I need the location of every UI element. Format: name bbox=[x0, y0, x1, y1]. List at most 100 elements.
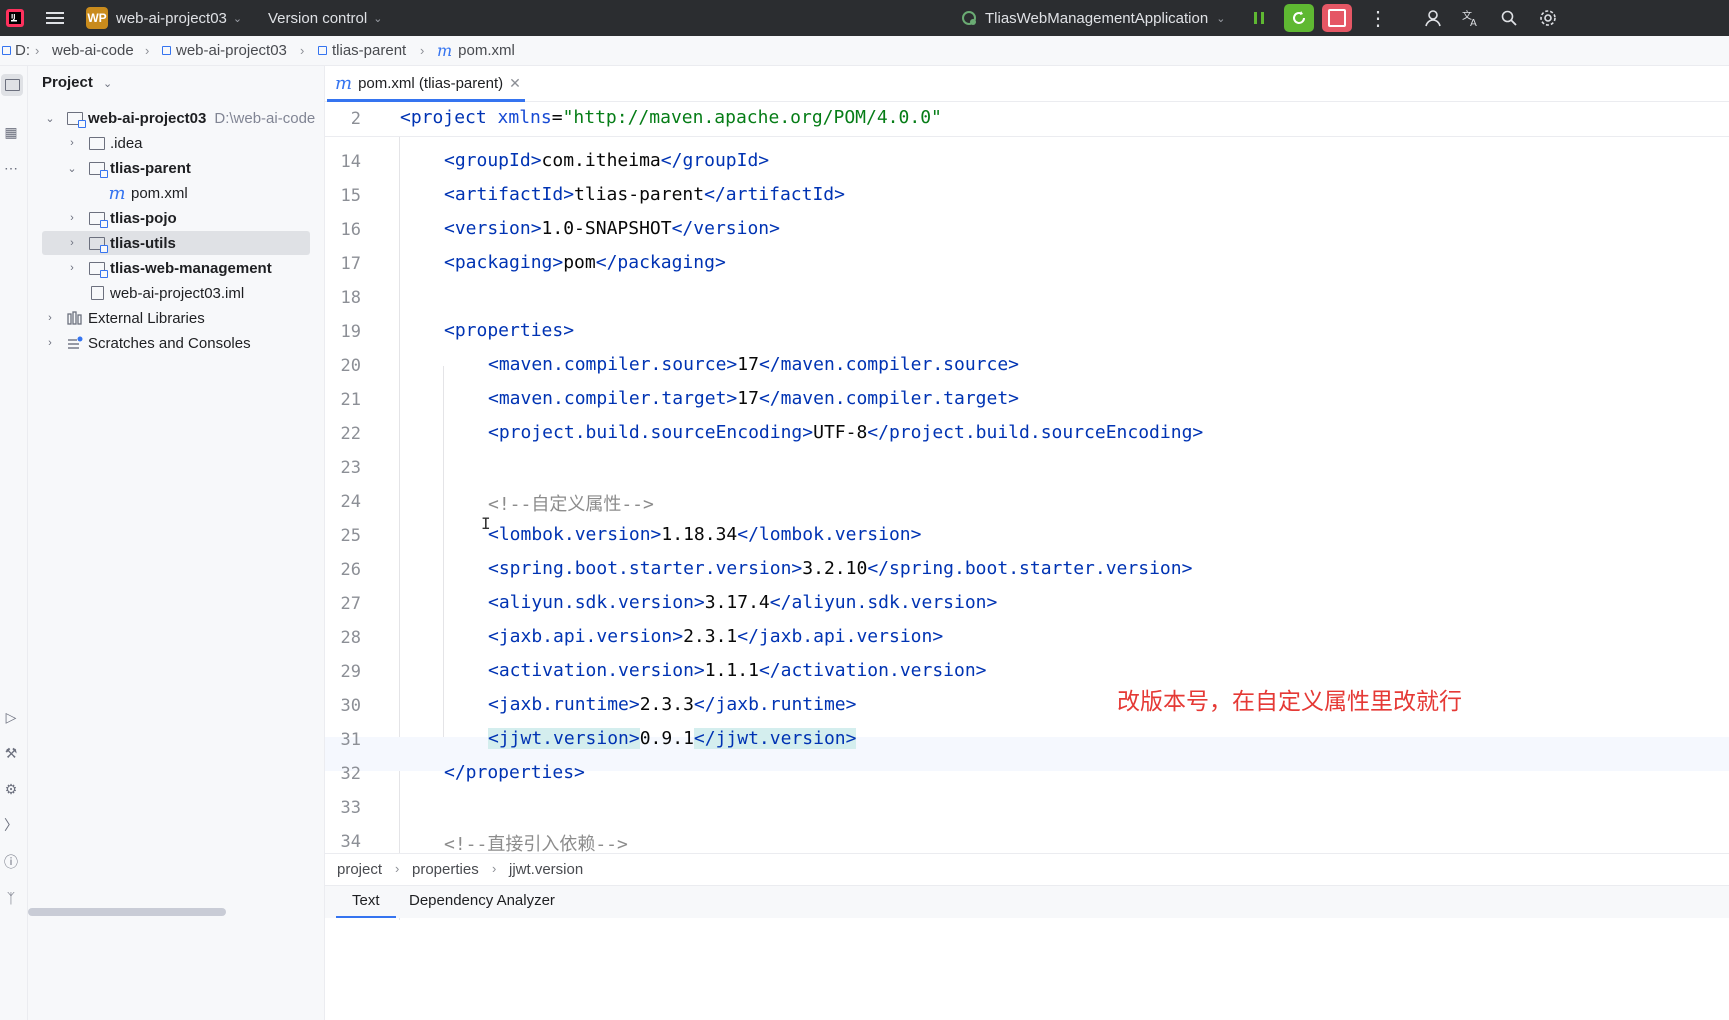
xml-text-value: 1.0-SNAPSHOT bbox=[541, 218, 672, 239]
tree-item-label: tlias-parent bbox=[110, 159, 191, 177]
tree-item-scratches[interactable]: › Scratches and Consoles bbox=[42, 331, 310, 355]
translate-icon[interactable]: 文A bbox=[1461, 0, 1481, 36]
pause-icon[interactable] bbox=[1250, 0, 1268, 36]
debug-bug-icon[interactable]: ⚙ bbox=[1, 779, 21, 799]
line-number: 19 bbox=[340, 322, 361, 342]
indent-guide bbox=[443, 366, 444, 762]
stop-button[interactable] bbox=[1322, 0, 1352, 36]
run-config-label: TliasWebManagementApplication bbox=[985, 9, 1209, 27]
line-number: 15 bbox=[340, 186, 361, 206]
xml-text-value: 2.3.1 bbox=[683, 626, 738, 647]
editor-crumb-properties[interactable]: properties bbox=[412, 861, 479, 878]
project-badge: WP bbox=[86, 7, 108, 29]
module-folder-icon bbox=[66, 110, 86, 128]
module-folder-icon bbox=[88, 160, 108, 178]
line-number: 32 bbox=[340, 764, 361, 784]
code-line: <lombok.version>1.18.34</lombok.version> bbox=[488, 524, 922, 545]
active-tab-indicator bbox=[336, 916, 396, 918]
editor-breadcrumb: project › properties › jjwt.version bbox=[325, 853, 1729, 886]
rerun-button[interactable] bbox=[1284, 0, 1314, 36]
editor-bottom-tabs: Text Dependency Analyzer bbox=[325, 885, 1729, 918]
module-folder-icon bbox=[88, 210, 108, 228]
tree-item-tlias-web-management[interactable]: › tlias-web-management bbox=[42, 256, 310, 280]
tree-item-pom-xml[interactable]: m pom.xml bbox=[42, 181, 310, 205]
tab-label: pom.xml (tlias-parent) bbox=[358, 75, 504, 92]
terminal-icon[interactable]: 〉 bbox=[1, 815, 21, 835]
xml-text-value: com.itheima bbox=[541, 150, 661, 171]
line-number: 18 bbox=[340, 288, 361, 308]
git-branch-icon[interactable]: ᛉ bbox=[1, 888, 21, 908]
breadcrumb-item-pom-xml[interactable]: m pom.xml bbox=[437, 36, 515, 65]
chevron-down-icon: ⌄ bbox=[232, 12, 243, 25]
project-panel-title[interactable]: Project ⌄ bbox=[42, 74, 112, 91]
indent-guide bbox=[399, 136, 400, 920]
tree-item-idea[interactable]: › .idea bbox=[42, 131, 310, 155]
breadcrumb-label: web-ai-code bbox=[52, 42, 134, 59]
project-root-path: D:\web-ai-code bbox=[214, 109, 316, 127]
version-control-menu[interactable]: Version control ⌄ bbox=[268, 0, 382, 36]
tree-item-tlias-pojo[interactable]: › tlias-pojo bbox=[42, 206, 310, 230]
chevron-right-icon: › bbox=[300, 43, 305, 58]
title-bar: IJ WP web-ai-project03 ⌄ Version control… bbox=[0, 0, 1729, 36]
code-line: <project.build.sourceEncoding>UTF-8</pro… bbox=[488, 422, 1204, 443]
xml-text-value: tlias-parent bbox=[574, 184, 705, 205]
line-number: 24 bbox=[340, 492, 361, 512]
chevron-right-icon: › bbox=[35, 43, 40, 58]
run-config-selector[interactable]: TliasWebManagementApplication ⌄ bbox=[960, 0, 1225, 36]
more-tools-icon[interactable]: ⋯ bbox=[1, 158, 21, 178]
editor-crumb-jjwt-version[interactable]: jjwt.version bbox=[509, 861, 583, 878]
tree-item-tlias-parent[interactable]: ⌄ tlias-parent bbox=[42, 156, 310, 180]
chevron-right-icon: › bbox=[48, 337, 52, 349]
horizontal-scrollbar[interactable] bbox=[28, 908, 226, 916]
account-icon[interactable] bbox=[1423, 0, 1443, 36]
services-icon[interactable]: ▷ bbox=[1, 707, 21, 727]
rerun-icon bbox=[1284, 4, 1314, 32]
breadcrumb-item-drive[interactable]: D: bbox=[2, 36, 30, 65]
breadcrumb-label: pom.xml bbox=[458, 42, 515, 59]
main-menu-icon[interactable] bbox=[44, 0, 66, 36]
code-line: <maven.compiler.source>17</maven.compile… bbox=[488, 354, 1020, 375]
tab-pom-xml[interactable]: m pom.xml (tlias-parent) ✕ bbox=[327, 66, 529, 102]
breadcrumb-item-tlias-parent[interactable]: tlias-parent bbox=[318, 36, 406, 65]
line-number: 2 bbox=[350, 109, 361, 129]
code-line: <!--自定义属性--> bbox=[488, 490, 654, 516]
settings-gear-icon[interactable] bbox=[1538, 0, 1558, 36]
close-icon[interactable]: ✕ bbox=[509, 75, 521, 92]
build-hammer-icon[interactable]: ⚒ bbox=[1, 743, 21, 763]
xml-text-value: pom bbox=[563, 252, 596, 273]
xml-text-value: UTF-8 bbox=[813, 422, 868, 443]
code-line: <maven.compiler.target>17</maven.compile… bbox=[488, 388, 1020, 409]
structure-tool-icon[interactable]: ▦ bbox=[1, 122, 21, 142]
mouse-ibeam-cursor: I bbox=[481, 514, 491, 533]
tree-item-label: .idea bbox=[110, 134, 143, 152]
panel-title-label: Project bbox=[42, 74, 93, 91]
problems-icon[interactable]: ⓘ bbox=[1, 852, 21, 872]
search-icon[interactable] bbox=[1500, 0, 1518, 36]
line-number: 23 bbox=[340, 458, 361, 478]
scratches-icon bbox=[66, 335, 84, 351]
line-number: 16 bbox=[340, 220, 361, 240]
ide-logo-icon[interactable]: IJ bbox=[5, 0, 25, 36]
chevron-down-icon: ⌄ bbox=[1216, 12, 1226, 25]
code-line: <packaging>pom</packaging> bbox=[444, 252, 726, 273]
breadcrumb-item-project[interactable]: web-ai-project03 bbox=[162, 36, 287, 65]
project-tool-icon[interactable] bbox=[1, 74, 23, 96]
more-actions-icon[interactable]: ⋮ bbox=[1368, 0, 1388, 36]
project-switcher[interactable]: WP web-ai-project03 ⌄ bbox=[86, 0, 242, 36]
tab-dependency-analyzer[interactable]: Dependency Analyzer bbox=[409, 892, 555, 909]
tree-item-web-ai-project03[interactable]: ⌄ web-ai-project03 D:\web-ai-code bbox=[42, 106, 315, 130]
editor-crumb-project[interactable]: project bbox=[337, 861, 382, 878]
code-line: <groupId>com.itheima</groupId> bbox=[444, 150, 770, 171]
chevron-down-icon: ⌄ bbox=[45, 112, 55, 125]
project-root-name: web-ai-project03 bbox=[88, 109, 207, 127]
xml-attribute-value: "http://maven.apache.org/POM/4.0.0" bbox=[562, 107, 942, 128]
tree-item-external-libraries[interactable]: › External Libraries bbox=[42, 306, 310, 330]
tab-text[interactable]: Text bbox=[352, 892, 380, 909]
sticky-scroll-header[interactable]: 2 <project xmlns="http://maven.apache.or… bbox=[325, 102, 1729, 137]
code-view[interactable]: 1314<groupId>com.itheima</groupId>15<art… bbox=[325, 102, 1729, 920]
chevron-right-icon: › bbox=[395, 861, 400, 876]
tree-item-tlias-utils[interactable]: › tlias-utils bbox=[42, 231, 310, 255]
breadcrumb-item-web-ai-code[interactable]: web-ai-code bbox=[52, 36, 134, 65]
tree-item-iml-file[interactable]: web-ai-project03.iml bbox=[42, 281, 310, 305]
editor-tab-bar: m pom.xml (tlias-parent) ✕ bbox=[325, 66, 1729, 102]
